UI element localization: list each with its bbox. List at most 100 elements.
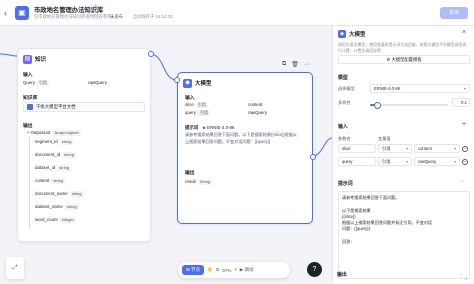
add-input-icon[interactable]: + <box>462 121 466 128</box>
knowledge-output-port[interactable] <box>148 51 154 57</box>
llm-input-label: 输入 <box>185 96 195 101</box>
output-type: String <box>197 179 213 185</box>
knowledge-base-item[interactable]: 千帆大模型平台文档 <box>23 102 145 112</box>
llm-output-row: result String <box>185 179 213 185</box>
llm-model-name: ERNIE-4.0-8K <box>207 125 235 130</box>
debug-label: 调试 <box>244 267 254 272</box>
config-template-label: 大模型配置模板 <box>391 57 422 62</box>
close-icon[interactable]: × <box>462 29 466 36</box>
chevron-down-icon: ▾ <box>453 159 456 164</box>
autosave-text: 自动保存于 15:14:33 <box>133 14 173 19</box>
panel-description: 调用大语言模型，使用变量和提示词生成回复，按照大模型平台模型调用进行计费，计费及… <box>338 42 467 53</box>
input-type-value: 引用 <box>382 159 391 164</box>
output-field-name: document_name <box>35 191 68 196</box>
input-value-select[interactable]: content ▾ <box>414 144 460 153</box>
model-select-label: 选择模型 <box>338 86 355 91</box>
temperature-slider[interactable] <box>370 101 448 109</box>
resize-handle-icon[interactable]: ◢ <box>464 275 467 280</box>
param-column-header: 参数名 <box>338 136 351 141</box>
tree-line <box>29 137 30 229</box>
model-select-value: ERNIE-4.0-8K <box>374 86 401 91</box>
input-param-name: Query <box>23 80 35 85</box>
collapse-icon[interactable]: ⌃ <box>460 180 464 186</box>
edit-icon[interactable]: ✎ <box>94 4 99 11</box>
output-field-type: string <box>51 178 66 184</box>
help-button[interactable]: ? <box>307 262 322 277</box>
more-icon[interactable]: ⋯ <box>304 61 310 68</box>
input-param-type: 引用 <box>195 102 208 108</box>
input-type-value: 引用 <box>382 146 391 151</box>
llm-node[interactable]: ◆ 大模型 输入 slice 引用 content query 引用 rawQuer… <box>174 72 316 224</box>
config-panel: ◆ 大模型 × 调用大语言模型，使用变量和提示词生成回复，按照大模型平台模型调用… <box>332 26 474 284</box>
input-param-name-field[interactable]: query <box>338 157 376 166</box>
output-field-row: document_id string <box>35 152 76 158</box>
llm-input-value: rawQuery <box>248 110 268 115</box>
top-bar: ‹ ▣ 市政地名管理办法知识库 ✎ 仅市政地名管理办法知识库提供回答参考... … <box>0 0 474 26</box>
app-description: 仅市政地名管理办法知识库提供回答参考... <box>34 14 115 19</box>
hand-tool-icon[interactable]: ✋ <box>207 267 213 273</box>
value-column-header: 变量值 <box>378 136 391 141</box>
output-field-row: dataset_name string <box>35 204 79 210</box>
knowledge-icon: ▤ <box>23 54 32 64</box>
knowledge-node-header: ▤ 知识 <box>23 54 46 64</box>
chevron-down-icon: ▾ <box>453 146 456 151</box>
input-param-type: 引用 <box>36 80 49 86</box>
llm-output-port[interactable] <box>310 154 316 160</box>
output-field-type: integer <box>59 217 76 223</box>
expand-output-icon[interactable]: ⌄ <box>459 271 463 277</box>
input-value-select[interactable]: rawQuery ▾ <box>414 157 460 166</box>
fit-view-icon[interactable]: ⤢ <box>13 265 18 272</box>
publish-button[interactable]: 发布 <box>440 7 468 19</box>
llm-output-label: 输出 <box>185 171 195 176</box>
input-param-name-field[interactable]: slice <box>338 144 376 153</box>
output-field-name: dataset_id <box>35 165 56 170</box>
output-field-row: content string <box>35 178 66 184</box>
app-title: 市政地名管理办法知识库 <box>34 7 104 14</box>
config-template-button[interactable]: ⚙ 大模型配置模板 <box>338 55 470 64</box>
zoom-level[interactable]: 87% <box>222 268 231 273</box>
llm-node-header: ◆ 大模型 <box>183 78 212 88</box>
prompt-section-title: 提示词 <box>338 182 353 187</box>
llm-icon: ◆ <box>183 78 192 88</box>
zoom-caret-icon[interactable]: ▾ <box>234 267 236 273</box>
temperature-input[interactable]: 0.1 <box>452 98 470 107</box>
add-node-button[interactable]: ⊞ 节点 <box>182 265 205 275</box>
llm-input-port[interactable] <box>174 77 180 83</box>
input-type-select[interactable]: 引用 ▾ <box>378 144 412 153</box>
temperature-slider-handle[interactable] <box>374 101 382 109</box>
workflow-canvas[interactable]: ▤ 知识 输入 Query 引用 rawQuery 知识库 千帆大模型平台文档 输… <box>0 26 332 284</box>
edge-llm-to-end <box>312 137 332 157</box>
model-section-title: 模型 <box>338 76 348 81</box>
llm-input-row: slice 引用 <box>185 102 208 108</box>
prompt-line: 上搜索结果回答问题。不变对话问题：{{query}} <box>185 138 271 144</box>
model-select[interactable]: ERNIE-4.0-8K ▾ <box>370 84 470 93</box>
output-root-type: Array<object> <box>52 130 82 136</box>
knowledge-node[interactable]: ▤ 知识 输入 Query 引用 rawQuery 知识库 千帆大模型平台文档 输… <box>17 48 154 242</box>
kb-name: 千帆大模型平台文档 <box>36 104 76 109</box>
output-field-row: dataset_id string <box>35 165 72 171</box>
output-field-name: segment_id <box>35 139 58 144</box>
knowledge-input-label: 输入 <box>23 73 33 78</box>
add-node-label: 节点 <box>191 267 201 272</box>
llm-prompt-label: 提示词 <box>185 125 199 130</box>
output-field-type: string <box>64 204 79 210</box>
delete-icon[interactable]: 🗑 <box>291 61 299 68</box>
llm-input-value: content <box>248 102 263 107</box>
copy-icon[interactable]: ⧉ <box>282 61 286 68</box>
model-icon: ◆ <box>202 125 206 130</box>
prompt-textarea[interactable]: 请参考搜索结果回答下面问题。 以下是搜索结果 {{slice}} 根据以上搜索结… <box>338 191 470 279</box>
canvas-toolbar: ⊞ 节点 ✋ ⊡ 87% ▾ ▶ 调试 <box>178 262 290 278</box>
remove-input-icon[interactable]: − <box>462 159 468 165</box>
output-root-name: OutputList <box>30 130 51 135</box>
knowledge-input-row: Query 引用 <box>23 80 49 86</box>
remove-input-icon[interactable]: − <box>462 146 468 152</box>
knowledge-node-title: 知识 <box>35 57 47 63</box>
llm-prompt-header: 提示词 ◆ ERNIE-4.0-8K <box>185 125 235 131</box>
input-type-select[interactable]: 引用 ▾ <box>378 157 412 166</box>
output-field-name: dataset_name <box>35 204 63 209</box>
back-icon[interactable]: ‹ <box>4 8 12 18</box>
layout-icon[interactable]: ⊡ <box>216 267 220 273</box>
output-root: ▾ OutputList Array<object> <box>27 130 82 136</box>
debug-button[interactable]: ▶ 调试 <box>240 267 254 273</box>
input-section-title: 输入 <box>338 125 348 130</box>
